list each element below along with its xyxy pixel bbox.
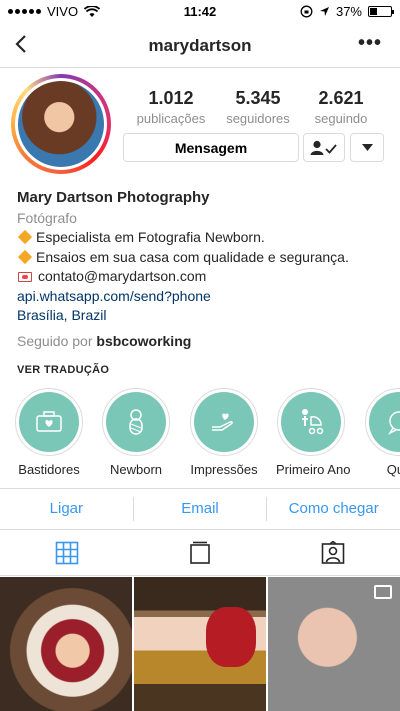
more-options-icon[interactable]: •••	[358, 32, 382, 55]
swaddled-baby-icon	[129, 409, 143, 435]
orange-diamond-icon	[17, 249, 33, 264]
photo-grid	[0, 577, 400, 711]
baby-stroller-icon	[302, 409, 324, 435]
love-letter-icon	[18, 272, 32, 282]
highlight-quo[interactable]: Quo	[364, 388, 400, 477]
battery-icon	[368, 6, 394, 17]
profile-tabs	[0, 530, 400, 576]
bio-website-link[interactable]: api.whatsapp.com/send?phone	[17, 287, 387, 307]
profile-bio: Mary Dartson Photography Fotógrafo Espec…	[17, 188, 387, 381]
feed-icon	[190, 541, 210, 564]
suggestions-dropdown-button[interactable]	[350, 133, 384, 162]
story-ring[interactable]	[11, 74, 111, 174]
status-bar: VIVO 11:42 37%	[0, 0, 400, 22]
stat-followers[interactable]: 5.345 seguidores	[210, 88, 306, 126]
nav-bar: marydartson •••	[0, 22, 400, 68]
stat-following[interactable]: 2.621 seguindo	[293, 88, 389, 126]
avatar	[18, 81, 104, 167]
orange-diamond-icon	[17, 229, 33, 245]
highlight-bastidores[interactable]: Bastidores	[14, 388, 84, 477]
highlight-label: Impressões	[190, 462, 258, 477]
hand-heart-icon	[212, 413, 233, 431]
highlight-primeiro-ano[interactable]: Primeiro Ano	[276, 388, 351, 477]
caret-down-icon	[361, 144, 373, 151]
stat-followers-value: 5.345	[235, 88, 281, 108]
highlight-impressoes[interactable]: Impressões	[189, 388, 259, 477]
see-translation-link[interactable]: VER TRADUÇÃO	[17, 361, 387, 381]
message-button[interactable]: Mensagem	[123, 133, 299, 162]
location-arrow-icon	[319, 7, 329, 16]
stat-following-value: 2.621	[318, 88, 364, 108]
post-thumbnail[interactable]	[268, 577, 400, 711]
highlight-label: Newborn	[109, 462, 163, 477]
directions-button[interactable]: Como chegar	[267, 489, 400, 529]
contact-actions: Ligar Email Como chegar	[0, 488, 400, 530]
tagged-user-icon	[322, 540, 345, 564]
bio-line-1: Especialista em Fotografia Newborn.	[17, 228, 387, 248]
stat-followers-label: seguidores	[226, 111, 290, 126]
profile-full-name: Mary Dartson Photography	[17, 189, 210, 206]
profile-username: marydartson	[148, 36, 252, 55]
status-right: 37%	[300, 4, 394, 19]
stat-posts-value: 1.012	[148, 88, 194, 108]
highlight-label: Primeiro Ano	[276, 462, 351, 477]
tab-tagged[interactable]	[267, 530, 400, 575]
bio-line-2: Ensaios em sua casa com qualidade e segu…	[17, 248, 387, 268]
tab-grid[interactable]	[0, 530, 133, 575]
stat-following-label: seguindo	[314, 111, 368, 126]
rotation-lock-icon	[300, 5, 313, 18]
story-highlights: Bastidores Newborn Impressões Primeiro A…	[0, 388, 400, 483]
post-thumbnail[interactable]	[0, 577, 132, 711]
stat-posts-label: publicações	[136, 111, 206, 126]
email-button[interactable]: Email	[134, 489, 267, 529]
following-button[interactable]	[303, 133, 345, 162]
camera-heart-icon	[36, 411, 62, 432]
video-icon	[374, 585, 392, 599]
highlight-label: Quo	[386, 462, 400, 477]
followed-by[interactable]: Seguido por bsbcoworking	[17, 332, 387, 352]
tab-feed[interactable]	[133, 530, 266, 575]
user-check-icon	[310, 140, 337, 155]
bio-location-link[interactable]: Brasília, Brazil	[17, 306, 387, 326]
call-button[interactable]: Ligar	[0, 489, 133, 529]
grid-icon	[55, 541, 78, 564]
profile-category: Fotógrafo	[17, 209, 77, 226]
battery-percent: 37%	[335, 4, 362, 19]
highlight-label: Bastidores	[18, 462, 80, 477]
highlight-newborn[interactable]: Newborn	[101, 388, 171, 477]
bio-line-3: contato@marydartson.com	[17, 267, 387, 287]
chat-heart-icon	[388, 411, 400, 435]
stat-posts[interactable]: 1.012 publicações	[123, 88, 219, 126]
post-thumbnail[interactable]	[134, 577, 266, 711]
